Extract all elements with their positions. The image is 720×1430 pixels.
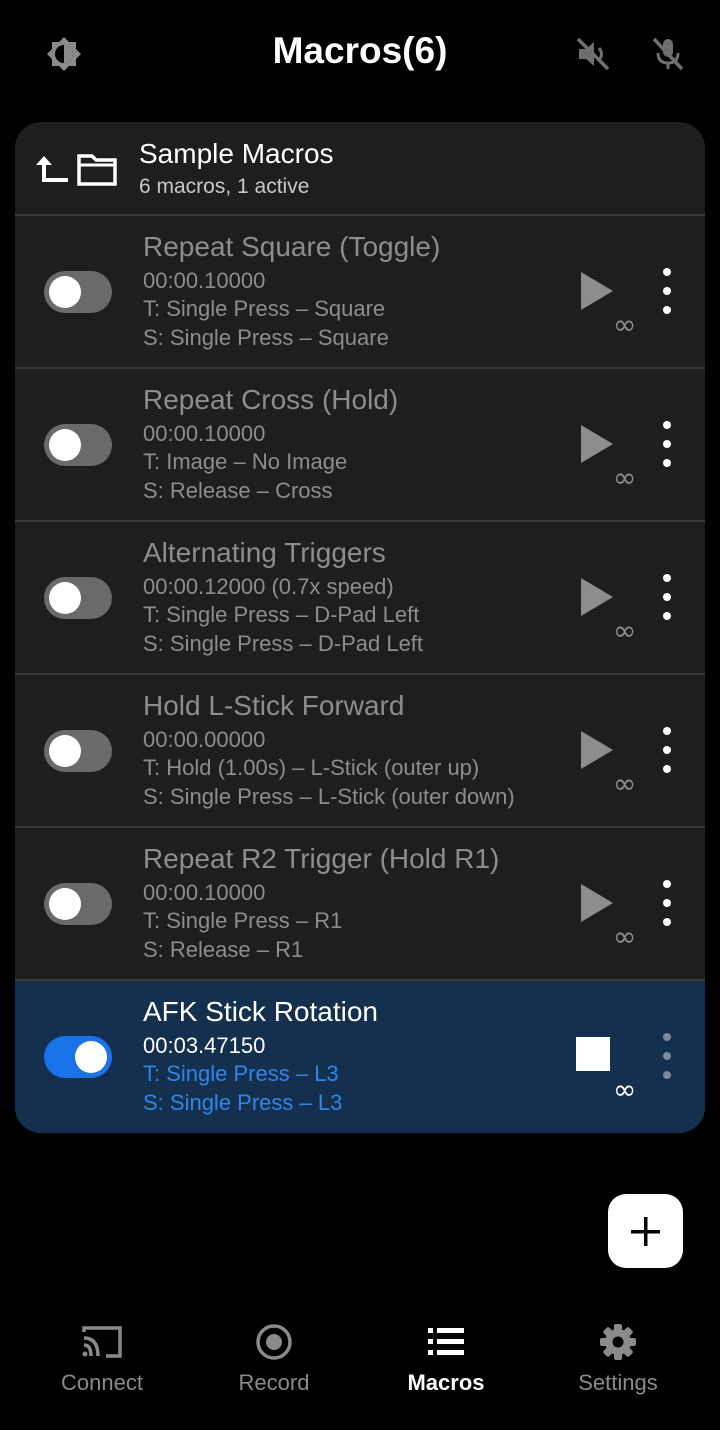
macro-trigger: T: Single Press – L3 bbox=[143, 1061, 339, 1086]
macro-trigger: T: Single Press – R1 bbox=[143, 908, 343, 933]
mic-off-icon[interactable] bbox=[648, 34, 688, 74]
macro-row[interactable]: Repeat Square (Toggle) 00:00.10000 T: Sing… bbox=[15, 216, 705, 369]
macro-duration: 00:00.00000 bbox=[143, 727, 266, 752]
nav-item-connect[interactable]: Connect bbox=[16, 1322, 188, 1412]
loop-infinity-icon: ∞ bbox=[613, 308, 637, 341]
toggle-knob bbox=[49, 429, 81, 461]
macro-trigger: T: Single Press – D-Pad Left bbox=[143, 602, 420, 627]
folder-header[interactable]: Sample Macros 6 macros, 1 active bbox=[15, 122, 705, 216]
macro-enable-toggle[interactable] bbox=[44, 1036, 112, 1078]
play-icon[interactable] bbox=[577, 727, 617, 773]
toggle-knob bbox=[49, 276, 81, 308]
app-header: Macros(6) bbox=[0, 0, 720, 108]
nav-label: Macros bbox=[407, 1370, 485, 1395]
macro-name: Repeat R2 Trigger (Hold R1) bbox=[143, 843, 500, 874]
list-icon bbox=[428, 1328, 464, 1355]
more-options-button[interactable] bbox=[657, 268, 677, 314]
nav-item-settings[interactable]: Settings bbox=[532, 1322, 704, 1412]
folder-summary: 6 macros, 1 active bbox=[139, 175, 310, 198]
macro-enable-toggle[interactable] bbox=[44, 424, 112, 466]
more-options-button[interactable] bbox=[657, 574, 677, 620]
gear-icon bbox=[600, 1324, 636, 1360]
more-options-button[interactable] bbox=[657, 880, 677, 926]
macro-row[interactable]: AFK Stick Rotation 00:03.47150 T: Single P… bbox=[15, 981, 705, 1133]
macro-duration: 00:00.12000 (0.7x speed) bbox=[143, 574, 394, 599]
macro-row[interactable]: Alternating Triggers 00:00.12000 (0.7x sp… bbox=[15, 522, 705, 675]
macro-sequence: S: Single Press – Square bbox=[143, 325, 389, 350]
nav-label: Connect bbox=[61, 1370, 143, 1395]
macro-sequence: S: Single Press – L-Stick (outer down) bbox=[143, 784, 515, 809]
toggle-knob bbox=[75, 1041, 107, 1073]
macro-name: Repeat Square (Toggle) bbox=[143, 231, 441, 262]
nav-label: Settings bbox=[578, 1370, 658, 1395]
macro-enable-toggle[interactable] bbox=[44, 730, 112, 772]
macro-name: Hold L-Stick Forward bbox=[143, 690, 405, 721]
macro-trigger: T: Image – No Image bbox=[143, 449, 348, 474]
nav-item-record[interactable]: Record bbox=[188, 1322, 360, 1412]
macro-name: Alternating Triggers bbox=[143, 537, 386, 568]
macro-duration: 00:00.10000 bbox=[143, 880, 266, 905]
add-macro-button[interactable] bbox=[608, 1194, 683, 1268]
macro-sequence: S: Release – R1 bbox=[143, 937, 304, 962]
loop-infinity-icon: ∞ bbox=[613, 767, 637, 800]
macro-name: AFK Stick Rotation bbox=[143, 996, 378, 1027]
more-options-button[interactable] bbox=[657, 727, 677, 773]
loop-infinity-icon: ∞ bbox=[613, 461, 637, 494]
macro-duration: 00:00.10000 bbox=[143, 421, 266, 446]
toggle-knob bbox=[49, 582, 81, 614]
more-options-button[interactable] bbox=[657, 421, 677, 467]
bottom-navigation: Connect Record Macros Settings bbox=[0, 1300, 720, 1430]
macro-trigger: T: Single Press – Square bbox=[143, 296, 386, 321]
plus-icon bbox=[631, 1217, 660, 1246]
loop-infinity-icon: ∞ bbox=[613, 614, 637, 647]
macro-list-card: Sample Macros 6 macros, 1 active Repeat … bbox=[15, 122, 705, 1133]
play-icon[interactable] bbox=[577, 268, 617, 314]
macro-sequence: S: Release – Cross bbox=[143, 478, 333, 503]
macro-sequence: S: Single Press – D-Pad Left bbox=[143, 631, 424, 656]
cast-icon bbox=[82, 1326, 122, 1358]
toggle-knob bbox=[49, 735, 81, 767]
toggle-knob bbox=[49, 888, 81, 920]
macro-enable-toggle[interactable] bbox=[44, 271, 112, 313]
macro-duration: 00:00.10000 bbox=[143, 268, 266, 293]
loop-infinity-icon: ∞ bbox=[613, 920, 637, 953]
more-options-button[interactable] bbox=[657, 1033, 677, 1079]
loop-infinity-icon: ∞ bbox=[613, 1073, 637, 1106]
volume-off-icon[interactable] bbox=[573, 34, 613, 74]
macro-row[interactable]: Repeat R2 Trigger (Hold R1) 00:00.10000 T:… bbox=[15, 828, 705, 981]
macro-enable-toggle[interactable] bbox=[44, 883, 112, 925]
stop-button[interactable] bbox=[576, 1037, 610, 1071]
folder-name: Sample Macros bbox=[139, 138, 334, 169]
macro-row[interactable]: Hold L-Stick Forward 00:00.00000 T: Hold (… bbox=[15, 675, 705, 828]
play-icon[interactable] bbox=[577, 880, 617, 926]
macro-duration: 00:03.47150 bbox=[143, 1033, 266, 1058]
play-icon[interactable] bbox=[577, 421, 617, 467]
folder-up-icon[interactable] bbox=[34, 152, 70, 188]
nav-item-macros[interactable]: Macros bbox=[360, 1322, 532, 1412]
macro-row[interactable]: Repeat Cross (Hold) 00:00.10000 T: Image –… bbox=[15, 369, 705, 522]
macro-enable-toggle[interactable] bbox=[44, 577, 112, 619]
play-icon[interactable] bbox=[577, 574, 617, 620]
macro-sequence: S: Single Press – L3 bbox=[143, 1090, 343, 1115]
record-icon bbox=[256, 1324, 292, 1360]
folder-icon bbox=[77, 154, 117, 186]
nav-label: Record bbox=[238, 1370, 310, 1395]
macro-name: Repeat Cross (Hold) bbox=[143, 384, 399, 415]
macro-trigger: T: Hold (1.00s) – L-Stick (outer up) bbox=[143, 755, 480, 780]
